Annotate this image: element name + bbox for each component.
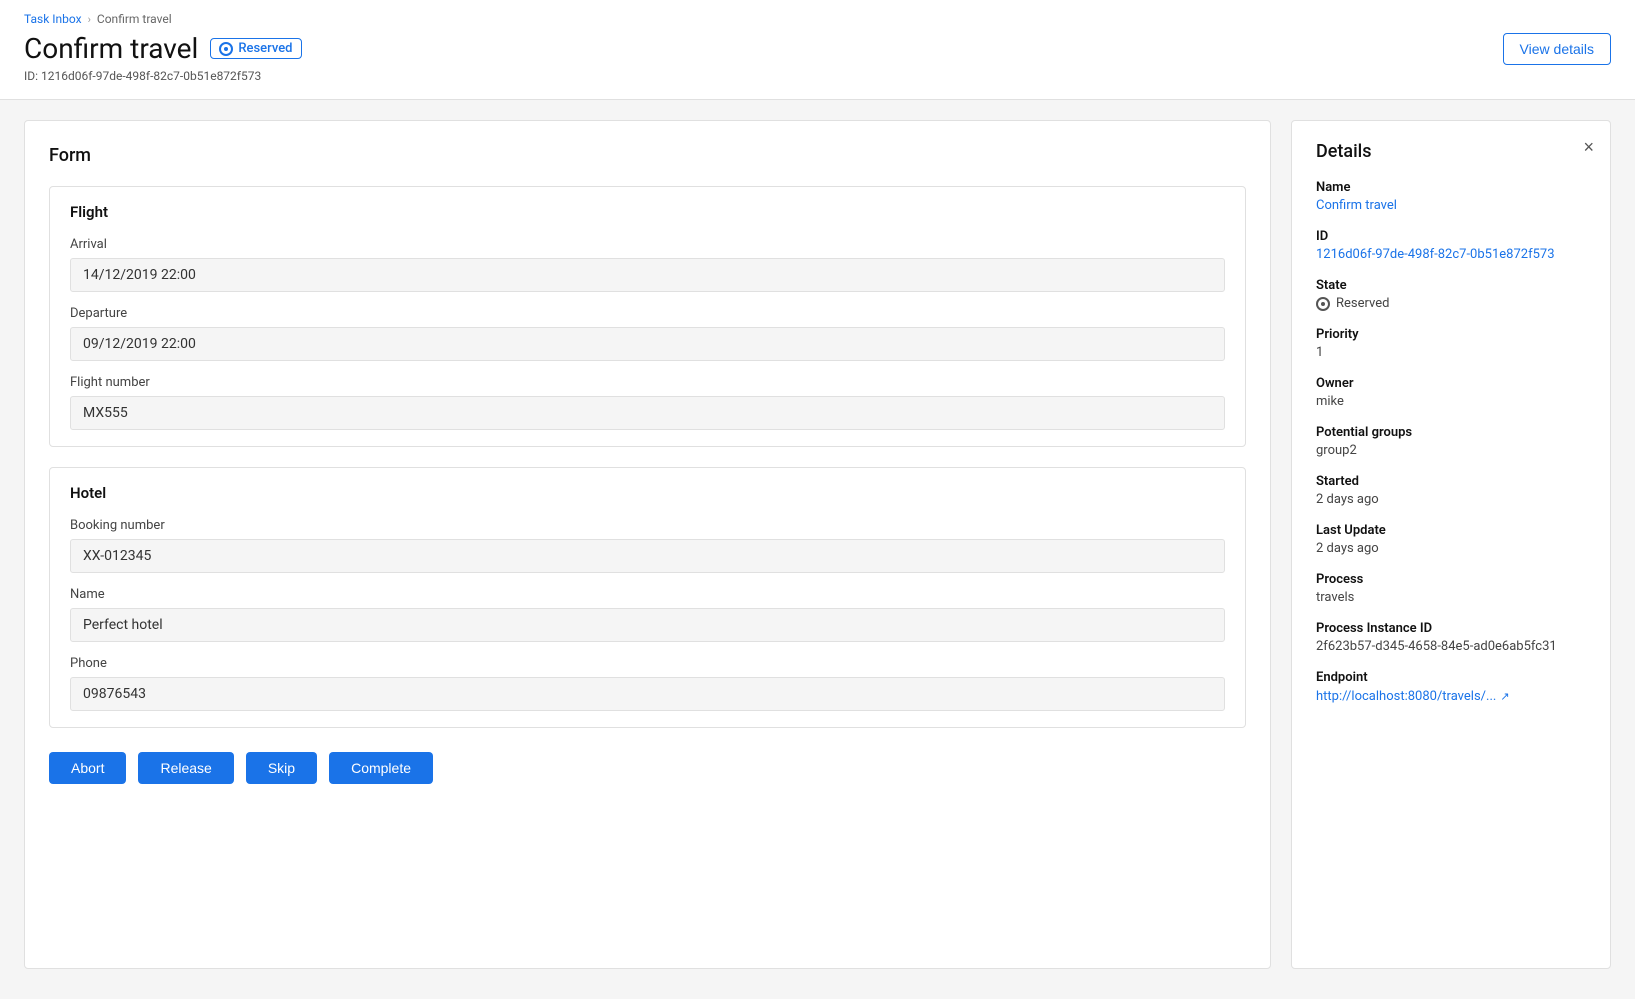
form-actions: Abort Release Skip Complete (49, 752, 1246, 784)
detail-process-row: Process travels (1316, 572, 1586, 605)
detail-potential-groups-value: group2 (1316, 443, 1586, 458)
booking-number-label: Booking number (70, 518, 1225, 533)
breadcrumb-current: Confirm travel (97, 12, 172, 26)
status-badge: Reserved (210, 38, 301, 59)
state-icon (1316, 297, 1330, 311)
flight-section-title: Flight (70, 203, 1225, 221)
details-title: Details (1316, 141, 1586, 162)
hotel-section-title: Hotel (70, 484, 1225, 502)
arrival-label: Arrival (70, 237, 1225, 252)
phone-value: 09876543 (70, 677, 1225, 711)
hotel-name-label: Name (70, 587, 1225, 602)
detail-started-row: Started 2 days ago (1316, 474, 1586, 507)
booking-number-value: XX-012345 (70, 539, 1225, 573)
departure-field-group: Departure 09/12/2019 22:00 (70, 306, 1225, 361)
detail-potential-groups-label: Potential groups (1316, 425, 1586, 440)
detail-process-instance-id-value: 2f623b57-d345-4658-84e5-ad0e6ab5fc31 (1316, 639, 1586, 654)
close-button[interactable]: × (1583, 137, 1594, 158)
detail-state-value-row: Reserved (1316, 296, 1586, 311)
detail-endpoint-row: Endpoint http://localhost:8080/travels/.… (1316, 670, 1586, 704)
detail-process-value: travels (1316, 590, 1586, 605)
external-link-icon: ↗ (1500, 690, 1509, 703)
detail-last-update-label: Last Update (1316, 523, 1586, 538)
flight-number-value: MX555 (70, 396, 1225, 430)
detail-name-label: Name (1316, 180, 1586, 195)
detail-process-instance-id-label: Process Instance ID (1316, 621, 1586, 636)
flight-section: Flight Arrival 14/12/2019 22:00 Departur… (49, 186, 1246, 447)
form-title: Form (49, 145, 1246, 166)
detail-state-label: State (1316, 278, 1586, 293)
status-label: Reserved (238, 41, 292, 56)
departure-value: 09/12/2019 22:00 (70, 327, 1225, 361)
detail-potential-groups-row: Potential groups group2 (1316, 425, 1586, 458)
detail-owner-value: mike (1316, 394, 1586, 409)
hotel-section: Hotel Booking number XX-012345 Name Perf… (49, 467, 1246, 728)
detail-name-row: Name Confirm travel (1316, 180, 1586, 213)
main-content: Form Flight Arrival 14/12/2019 22:00 Dep… (0, 100, 1635, 989)
page-title: Confirm travel (24, 32, 198, 65)
skip-button[interactable]: Skip (246, 752, 317, 784)
abort-button[interactable]: Abort (49, 752, 126, 784)
breadcrumb-parent[interactable]: Task Inbox (24, 12, 82, 26)
detail-endpoint-link[interactable]: http://localhost:8080/travels/... ↗ (1316, 689, 1510, 704)
arrival-value: 14/12/2019 22:00 (70, 258, 1225, 292)
details-panel: Details × Name Confirm travel ID 1216d06… (1291, 120, 1611, 969)
detail-id-row: ID 1216d06f-97de-498f-82c7-0b51e872f573 (1316, 229, 1586, 262)
hotel-name-field-group: Name Perfect hotel (70, 587, 1225, 642)
detail-priority-value: 1 (1316, 345, 1586, 360)
header: Task Inbox › Confirm travel Confirm trav… (0, 0, 1635, 100)
detail-priority-row: Priority 1 (1316, 327, 1586, 360)
detail-name-value: Confirm travel (1316, 198, 1586, 213)
booking-number-field-group: Booking number XX-012345 (70, 518, 1225, 573)
detail-last-update-value: 2 days ago (1316, 541, 1586, 556)
detail-state-row: State Reserved (1316, 278, 1586, 311)
detail-process-instance-id-row: Process Instance ID 2f623b57-d345-4658-8… (1316, 621, 1586, 654)
release-button[interactable]: Release (138, 752, 233, 784)
detail-owner-row: Owner mike (1316, 376, 1586, 409)
breadcrumb-chevron: › (88, 13, 91, 26)
departure-label: Departure (70, 306, 1225, 321)
form-panel: Form Flight Arrival 14/12/2019 22:00 Dep… (24, 120, 1271, 969)
detail-last-update-row: Last Update 2 days ago (1316, 523, 1586, 556)
detail-owner-label: Owner (1316, 376, 1586, 391)
breadcrumb: Task Inbox › Confirm travel (24, 12, 1611, 26)
detail-started-label: Started (1316, 474, 1586, 489)
arrival-field-group: Arrival 14/12/2019 22:00 (70, 237, 1225, 292)
hotel-name-value: Perfect hotel (70, 608, 1225, 642)
complete-button[interactable]: Complete (329, 752, 433, 784)
detail-endpoint-label: Endpoint (1316, 670, 1586, 685)
phone-label: Phone (70, 656, 1225, 671)
view-details-button[interactable]: View details (1503, 33, 1611, 65)
detail-priority-label: Priority (1316, 327, 1586, 342)
flight-number-field-group: Flight number MX555 (70, 375, 1225, 430)
detail-id-value: 1216d06f-97de-498f-82c7-0b51e872f573 (1316, 247, 1586, 262)
status-icon (219, 42, 233, 56)
detail-started-value: 2 days ago (1316, 492, 1586, 507)
detail-endpoint-value: http://localhost:8080/travels/... (1316, 689, 1496, 704)
flight-number-label: Flight number (70, 375, 1225, 390)
detail-process-label: Process (1316, 572, 1586, 587)
phone-field-group: Phone 09876543 (70, 656, 1225, 711)
detail-id-label: ID (1316, 229, 1586, 244)
page-id: ID: 1216d06f-97de-498f-82c7-0b51e872f573 (24, 69, 1611, 83)
detail-state-value: Reserved (1336, 296, 1389, 311)
